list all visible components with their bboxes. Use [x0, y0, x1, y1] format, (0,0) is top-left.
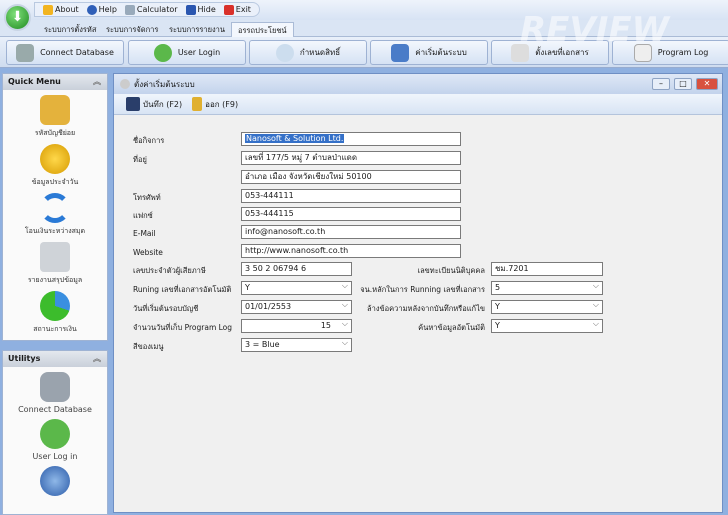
- door-exit-icon: [192, 97, 203, 111]
- fax-label: แฟกซ์: [133, 211, 153, 220]
- monitor-icon: [185, 4, 196, 15]
- auto-running-select[interactable]: Y: [241, 281, 352, 295]
- maximize-button[interactable]: □: [674, 78, 692, 90]
- app-menu-button[interactable]: ⬇: [4, 4, 31, 31]
- fax-field[interactable]: 053-444115: [241, 207, 461, 221]
- quick-item-daily-data[interactable]: ข้อมูลประจำวัน: [3, 144, 107, 188]
- dollar-icon: [40, 144, 70, 174]
- tab-management[interactable]: ระบบการจัดการ: [100, 22, 164, 37]
- menu-color-label: สีของเมนู: [133, 342, 164, 351]
- window-toolbar: บันทึก (F2) ออก (F9): [114, 94, 722, 115]
- clear-after-save-label: ล้างข้อความหลังจากบันทึกหรือแก้ไข: [367, 304, 485, 313]
- quick-item-financial-status[interactable]: สถานะการเงิน: [3, 291, 107, 335]
- quick-item-transfer[interactable]: โอนเงินระหว่างสมุด: [3, 193, 107, 237]
- fiscal-start-label: วันที่เริ่มต้นรอบบัญชี: [133, 304, 199, 313]
- address-line1-field[interactable]: เลขที่ 177/5 หมู่ 7 ตำบลป่าแดด: [241, 151, 461, 165]
- help-icon: [86, 4, 97, 15]
- utilitys-header[interactable]: Utilitys ︽: [3, 351, 107, 367]
- permissions-button[interactable]: กำหนดสิทธิ์: [249, 40, 367, 65]
- floppy-icon: [126, 97, 140, 111]
- document-number-button[interactable]: ตั้งเลขที่เอกสาร: [491, 40, 609, 65]
- running-digits-label: จน.หลักในการ Running เลขที่เอกสาร: [360, 285, 485, 294]
- tab-utilities[interactable]: อรรถประโยชน์: [231, 22, 294, 37]
- utility-connect-database[interactable]: Connect Database: [3, 372, 107, 414]
- database-icon: [16, 43, 35, 62]
- log-days-label: จำนวนวันที่เก็บ Program Log: [133, 323, 233, 332]
- user-icon: [40, 419, 70, 449]
- database-icon: [40, 372, 70, 402]
- printer-icon: [511, 43, 530, 62]
- collapse-icon[interactable]: ︽: [93, 351, 101, 367]
- star-icon: [43, 4, 53, 15]
- phone-field[interactable]: 053-444111: [241, 189, 461, 203]
- phone-label: โทรศัพท์: [133, 193, 161, 202]
- tax-id-label: เลขประจำตัวผู้เสียภาษี: [133, 266, 206, 275]
- exit-button[interactable]: Exit: [223, 4, 251, 15]
- collapse-icon[interactable]: ︽: [93, 74, 101, 90]
- fiscal-start-date-picker[interactable]: 01/01/2553: [241, 300, 352, 314]
- printer-icon: [40, 242, 70, 272]
- utilitys-panel: Utilitys ︽ Connect Database User Log in: [2, 350, 108, 515]
- website-label: Website: [133, 248, 163, 257]
- tab-codes[interactable]: ระบบการตั้งรหัส: [38, 22, 102, 37]
- tax-id-field[interactable]: 3 50 2 06794 6: [241, 262, 352, 276]
- settings-icon: [391, 43, 410, 62]
- power-icon: [223, 4, 234, 15]
- window-titlebar: ตั้งค่าเริ่มต้นระบบ – □ ✕: [114, 74, 722, 94]
- calculator-icon: [124, 4, 135, 15]
- utility-visit-website[interactable]: [3, 466, 107, 496]
- address-line2-field[interactable]: อำเภอ เมือง จังหวัดเชียงใหม่ 50100: [241, 170, 461, 184]
- ribbon: Connect Database User Login กำหนดสิทธิ์ …: [0, 37, 728, 68]
- browser-icon: [40, 466, 70, 496]
- log-days-stepper[interactable]: 15: [241, 319, 352, 333]
- auto-running-label: Runing เลขที่เอกสารอัตโนมัติ: [133, 285, 232, 294]
- quick-item-sub-accounts[interactable]: รหัสบัญชีย่อย: [3, 95, 107, 139]
- tab-reports[interactable]: ระบบการรายงาน: [163, 22, 231, 37]
- log-icon: [633, 43, 652, 62]
- company-field[interactable]: Nanosoft & Solution Ltd.: [241, 132, 461, 146]
- utility-user-login[interactable]: User Log in: [3, 419, 107, 461]
- program-log-button[interactable]: Program Log: [612, 40, 728, 65]
- registration-label: เลขทะเบียนนิติบุคคล: [417, 266, 486, 275]
- close-button[interactable]: ✕: [696, 78, 718, 90]
- minimize-button[interactable]: –: [652, 78, 670, 90]
- auto-search-label: ค้นหาข้อมูลอัตโนมัติ: [418, 323, 485, 332]
- window-icon: [120, 79, 130, 89]
- edit-icon: [40, 95, 70, 125]
- refresh-icon: [40, 193, 70, 223]
- quick-access-toolbar: About Help Calculator Hide Exit: [34, 2, 260, 17]
- menu-color-select[interactable]: 3 = Blue: [241, 338, 352, 352]
- quick-item-summary-report[interactable]: รายงานสรุปข้อมูล: [3, 242, 107, 286]
- user-icon: [153, 43, 172, 62]
- registration-field[interactable]: ชม.7201: [491, 262, 603, 276]
- about-button[interactable]: About: [43, 4, 79, 15]
- quick-menu-header[interactable]: Quick Menu ︽: [3, 74, 107, 90]
- magnifier-icon: [275, 43, 294, 62]
- address-label: ที่อยู่: [133, 155, 147, 164]
- ribbon-tabs: ระบบการตั้งรหัส ระบบการจัดการ ระบบการราย…: [0, 20, 728, 37]
- email-field[interactable]: info@nanosoft.co.th: [241, 225, 461, 239]
- exit-button[interactable]: ออก (F9): [192, 97, 238, 111]
- hide-button[interactable]: Hide: [185, 4, 216, 15]
- help-button[interactable]: Help: [86, 4, 117, 15]
- clear-after-save-select[interactable]: Y: [491, 300, 603, 314]
- save-button[interactable]: บันทึก (F2): [126, 97, 182, 111]
- email-label: E-Mail: [133, 229, 156, 238]
- pie-chart-icon: [40, 291, 70, 321]
- website-field[interactable]: http://www.nanosoft.co.th: [241, 244, 461, 258]
- user-login-button[interactable]: User Login: [128, 40, 246, 65]
- running-digits-select[interactable]: 5: [491, 281, 603, 295]
- system-defaults-button[interactable]: ค่าเริ่มต้นระบบ: [370, 40, 488, 65]
- quick-menu-panel: Quick Menu ︽ รหัสบัญชีย่อย ข้อมูลประจำวัน…: [2, 73, 108, 341]
- company-label: ชื่อกิจการ: [133, 136, 165, 145]
- calculator-button[interactable]: Calculator: [124, 4, 178, 15]
- connect-database-button[interactable]: Connect Database: [6, 40, 124, 65]
- auto-search-select[interactable]: Y: [491, 319, 603, 333]
